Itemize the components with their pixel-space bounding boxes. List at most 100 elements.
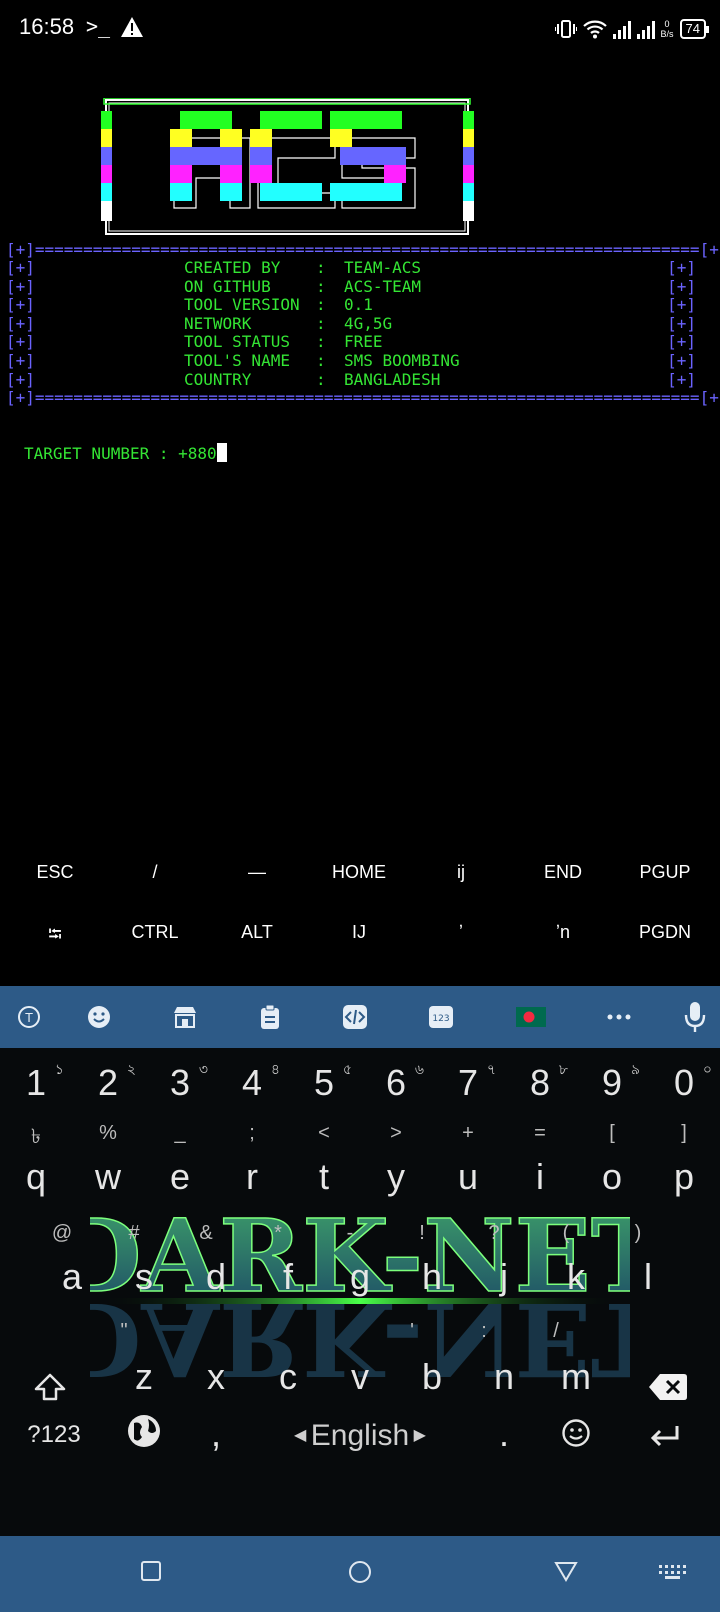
letter-key[interactable]: o [576,1156,648,1198]
key-symbol-hint: : [481,1320,487,1342]
store-icon[interactable] [170,1002,200,1032]
number-key[interactable]: 3৩ [144,1061,216,1104]
vibrate-icon [554,20,577,38]
code-icon[interactable] [340,1002,370,1032]
letter-key[interactable]: z [108,1356,180,1398]
shift-key[interactable] [14,1368,86,1410]
language-switch-key[interactable] [108,1413,180,1458]
info-colon: : [316,276,326,296]
letter-key[interactable]: i [504,1156,576,1198]
info-key: ON GITHUB [184,276,271,296]
key-label: 4 [241,1062,263,1103]
extra-key[interactable]: IJ [308,922,410,943]
clipboard-icon[interactable] [255,1002,285,1032]
letter-key[interactable]: l [612,1256,684,1298]
letter-key[interactable]: b [396,1356,468,1398]
number-key[interactable]: 5৫ [288,1061,360,1104]
letter-key[interactable]: u [432,1156,504,1198]
row-bracket-left: [+] [6,313,35,333]
letter-key[interactable]: g [324,1256,396,1298]
letter-key[interactable]: f [252,1256,324,1298]
letter-key[interactable]: a [36,1256,108,1298]
key-symbol-hint: > [390,1122,402,1144]
extra-key[interactable]: ⭾ [4,922,106,952]
prompt-text: TARGET NUMBER : +880 [24,444,217,463]
extra-key[interactable]: END [512,862,614,883]
key-hint: ৫ [342,1061,352,1077]
info-colon: : [316,313,326,333]
letter-key[interactable]: r [216,1156,288,1198]
letter-key[interactable]: k [540,1256,612,1298]
key-symbol-hint: < [318,1122,330,1144]
space-bar[interactable]: ◀ English ▶ [270,1419,450,1453]
letter-key[interactable]: p [648,1156,720,1198]
emoji-icon[interactable] [84,1002,114,1032]
key-symbol-hint: - [346,1222,354,1244]
key-label: 2 [97,1062,119,1103]
letter-key[interactable]: t [288,1156,360,1198]
info-row: [+] COUNTRY: BANGLADESH [+] [6,370,696,389]
more-icon[interactable] [604,1002,634,1032]
extra-key[interactable]: ʼ [410,922,512,943]
enter-key[interactable] [628,1417,700,1459]
info-value: FREE [344,332,383,352]
key-label: c [279,1356,297,1397]
letter-key[interactable]: v [324,1356,396,1398]
numpad-icon[interactable]: 123 [426,1002,456,1032]
extra-key[interactable]: HOME [308,862,410,883]
letter-key[interactable]: w [72,1156,144,1198]
extra-key[interactable]: ij [410,862,512,883]
number-key[interactable]: 2২ [72,1061,144,1104]
keyboard-hide-icon[interactable] [658,1564,686,1580]
info-colon: : [316,332,326,352]
number-key[interactable]: 0০ [648,1061,720,1104]
row-bracket-right: [+] [667,369,696,389]
row-bracket-right: [+] [667,313,696,333]
extra-key[interactable]: PGUP [614,862,716,883]
bangladesh-flag-icon[interactable] [516,1002,546,1032]
number-key[interactable]: 4৪ [216,1061,288,1104]
extra-key[interactable]: ʼn [512,922,614,943]
target-number-prompt[interactable]: TARGET NUMBER : +880 [24,443,227,463]
row-bracket-left: [+] [6,258,35,277]
letter-key[interactable]: m [540,1356,612,1398]
extra-key[interactable]: ALT [206,922,308,943]
letter-key[interactable]: x [180,1356,252,1398]
back-icon[interactable] [554,1560,578,1582]
row-bracket-right: [+] [667,276,696,296]
letter-key[interactable]: e [144,1156,216,1198]
recents-icon[interactable] [140,1560,162,1582]
letter-key[interactable]: c [252,1356,324,1398]
key-label: t [318,1156,329,1197]
key-label: n [493,1356,515,1397]
extra-key[interactable]: ESC [4,862,106,883]
home-icon[interactable] [348,1560,372,1584]
key-label: j [500,1256,508,1297]
shift-icon [34,1373,66,1401]
microphone-icon[interactable] [680,1002,710,1032]
extra-key[interactable]: CTRL [104,922,206,943]
symbols-key[interactable]: ?123 [16,1421,92,1449]
number-key[interactable]: 7৭ [432,1061,504,1104]
number-key[interactable]: 6৬ [360,1061,432,1104]
number-key[interactable]: 1১ [0,1061,72,1104]
number-key[interactable]: 8৮ [504,1061,576,1104]
letter-key[interactable]: d [180,1256,252,1298]
letter-key[interactable]: q [0,1156,72,1198]
backspace-key[interactable] [632,1368,704,1410]
period-key[interactable]: . [468,1413,540,1455]
extra-key[interactable]: — [206,862,308,883]
letter-key[interactable]: s [108,1256,180,1298]
key-label: 5 [313,1062,335,1103]
translate-icon[interactable]: T [14,1002,44,1032]
extra-key[interactable]: PGDN [614,922,716,943]
key-label: s [135,1256,153,1297]
letter-key[interactable]: j [468,1256,540,1298]
letter-key[interactable]: h [396,1256,468,1298]
comma-key[interactable]: , [180,1413,252,1455]
emoji-key[interactable] [540,1415,612,1457]
letter-key[interactable]: n [468,1356,540,1398]
letter-key[interactable]: y [360,1156,432,1198]
extra-key[interactable]: / [104,862,206,883]
number-key[interactable]: 9৯ [576,1061,648,1104]
